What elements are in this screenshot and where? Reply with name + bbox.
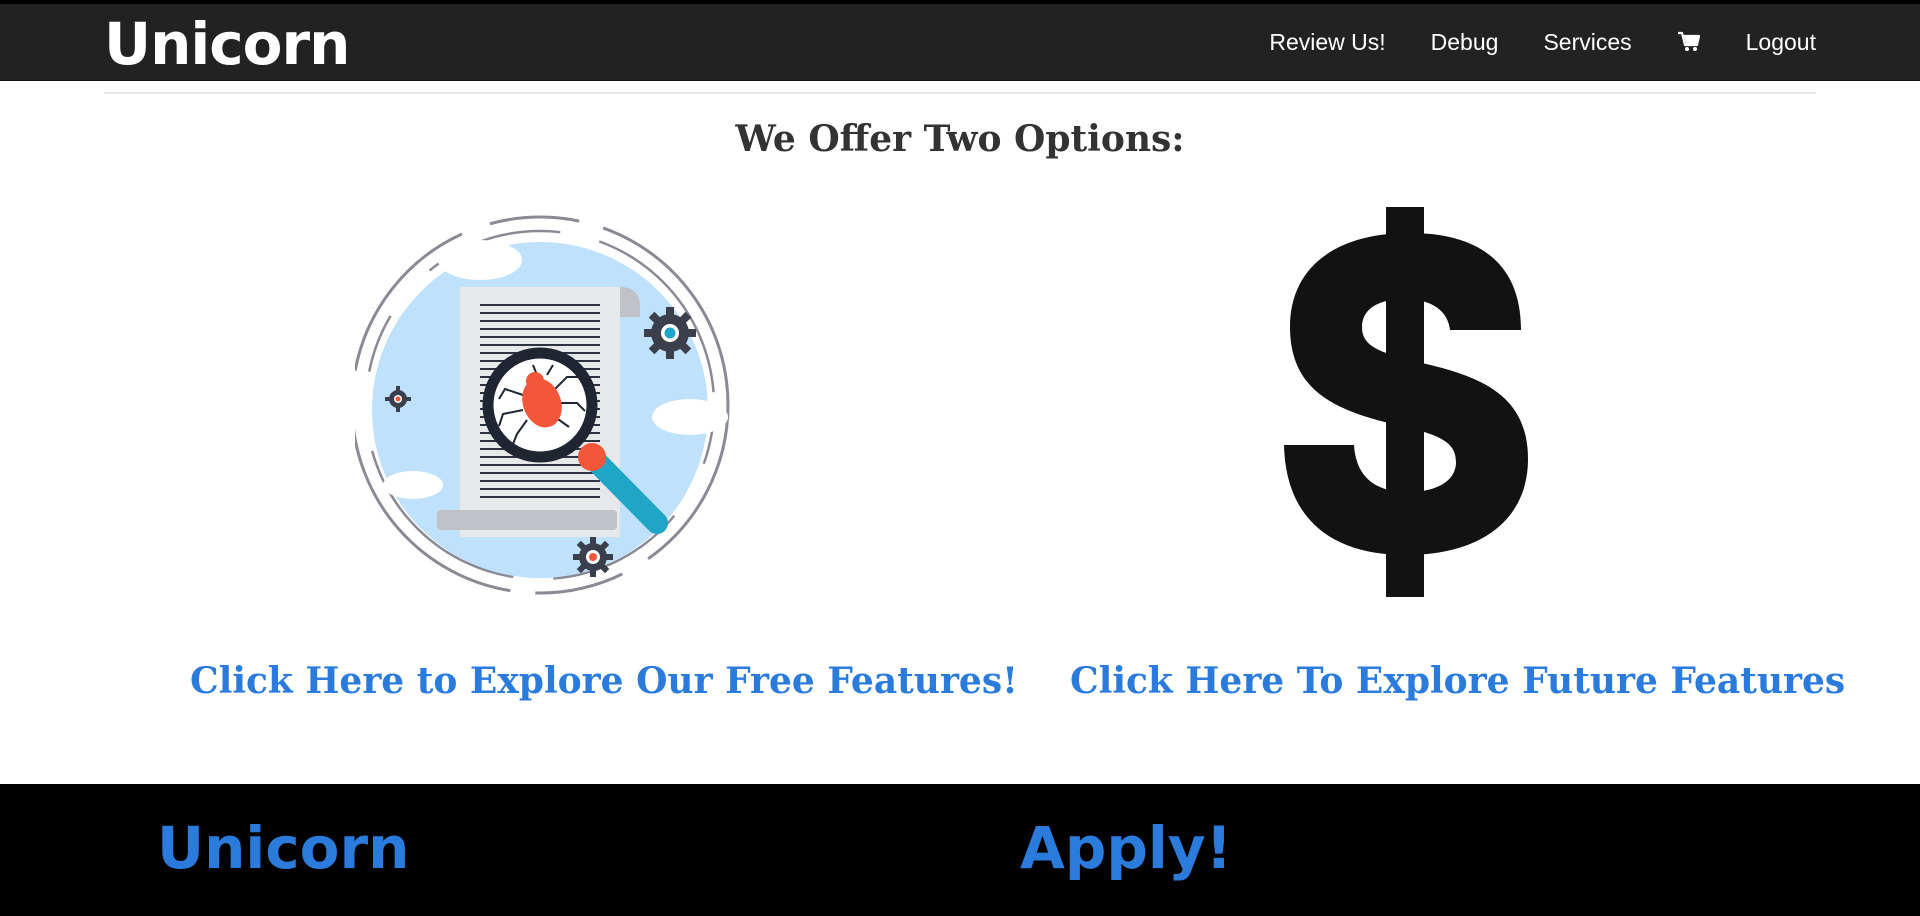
page-heading: We Offer Two Options: [735, 118, 1185, 160]
explore-free-features-link[interactable]: Click Here to Explore Our Free Features! [190, 660, 1018, 702]
navbar: Unicorn Review Us! Debug Services Logout [0, 4, 1920, 81]
dollar-sign-icon [1270, 205, 1540, 600]
explore-future-features-link[interactable]: Click Here To Explore Future Features [1070, 660, 1845, 702]
bug-search-illustration [350, 205, 745, 605]
nav-logout-link[interactable]: Logout [1746, 29, 1816, 56]
footer-apply[interactable]: Apply! [1020, 814, 1232, 882]
brand-logo[interactable]: Unicorn [104, 8, 350, 80]
footer: Unicorn Apply! [0, 784, 1920, 916]
nav-debug-link[interactable]: Debug [1431, 29, 1499, 56]
nav-menu: Review Us! Debug Services Logout [1224, 4, 1816, 80]
cart-icon[interactable] [1677, 31, 1701, 53]
nav-review-us-link[interactable]: Review Us! [1269, 29, 1385, 56]
footer-brand[interactable]: Unicorn [157, 814, 409, 882]
nav-services-link[interactable]: Services [1543, 29, 1631, 56]
header-divider [104, 92, 1816, 94]
